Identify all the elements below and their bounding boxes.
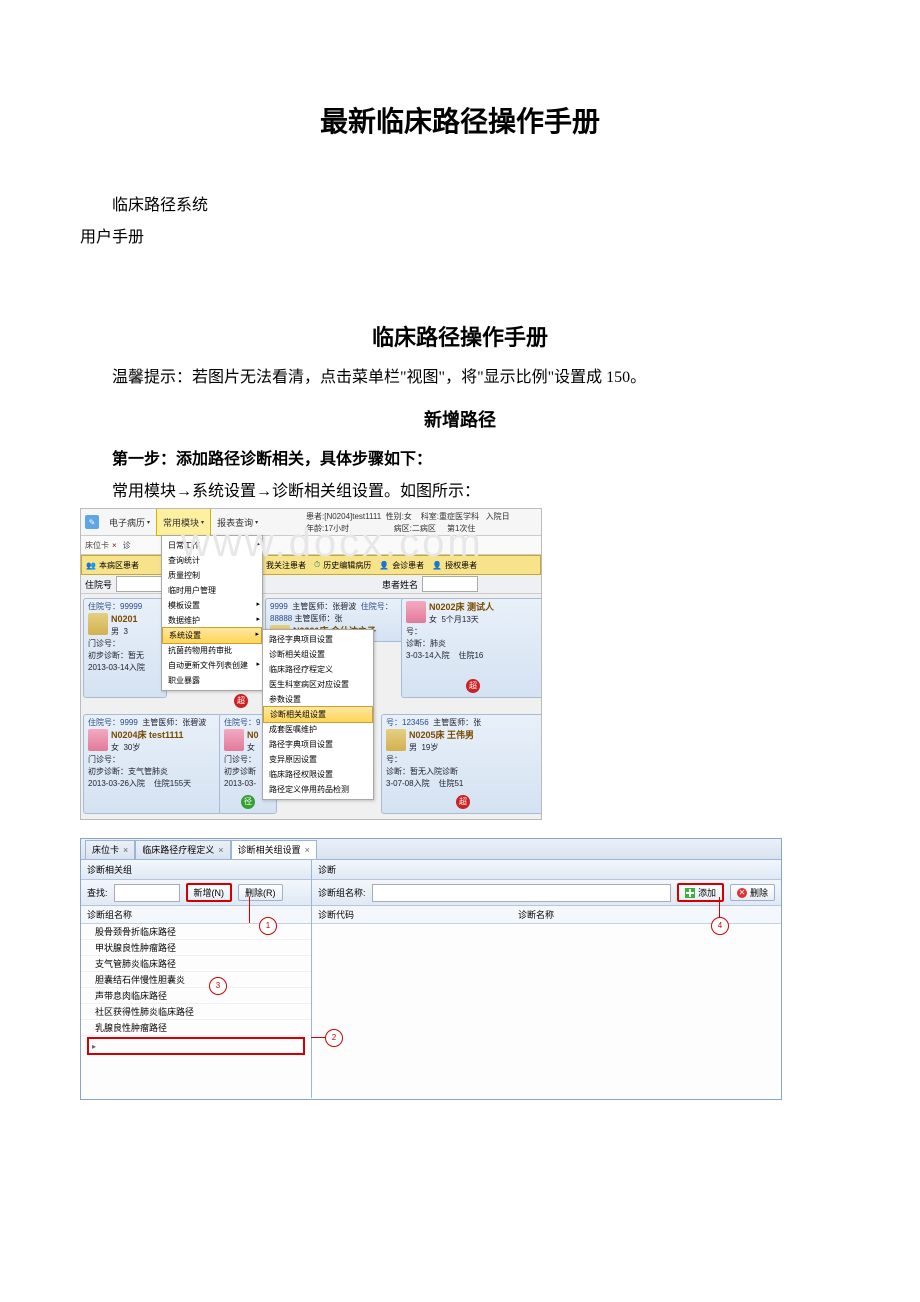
section-newpath: 新增路径 xyxy=(80,406,840,432)
app-logo-icon: ✎ xyxy=(85,515,99,529)
list-item[interactable]: 社区获得性肺炎临床路径 xyxy=(81,1004,311,1020)
submenu-perm[interactable]: 临床路径权限设置 xyxy=(263,767,373,782)
patient-name-input[interactable] xyxy=(422,576,478,592)
common-modules-menu: 日常工作 查询统计 质量控制 临时用户管理 模板设置 数据维护 系统设置 抗菌药… xyxy=(161,535,263,691)
submenu-ward-map[interactable]: 医生科室病区对应设置 xyxy=(263,677,373,692)
patient-card[interactable]: 号：123456 主管医师：张 N0205床 王伟男 男 19岁 号： 诊断：暂… xyxy=(381,714,542,814)
system-settings-submenu: 路径字典项目设置 诊断相关组设置 临床路径疗程定义 医生科室病区对应设置 参数设… xyxy=(262,629,374,800)
menu-report-query[interactable]: 报表查询▾ xyxy=(211,509,264,535)
menu-occupational[interactable]: 职业暴露 xyxy=(162,673,262,688)
submenu-drug[interactable]: 路径定义停用药品检测 xyxy=(263,782,373,797)
col-diag-code: 诊断代码 xyxy=(318,908,518,921)
menu-query-stats[interactable]: 查询统计 xyxy=(162,553,262,568)
diag-name-input[interactable] xyxy=(372,884,671,902)
avatar-icon xyxy=(88,729,108,751)
history-edit-button[interactable]: ⏱历史编辑病历 xyxy=(314,560,371,571)
screenshot-diag-group: 床位卡× 临床路径疗程定义× 诊断相关组设置× 诊断相关组 查找: 新增(N) … xyxy=(80,838,782,1100)
status-badge-icon: 超 xyxy=(456,795,470,809)
submenu-dict[interactable]: 路径字典项目设置 xyxy=(263,632,373,647)
avatar-icon xyxy=(386,729,406,751)
avatar-icon xyxy=(88,613,108,635)
avatar-icon xyxy=(224,729,244,751)
close-icon: ✕ xyxy=(737,888,747,898)
menu-template[interactable]: 模板设置 xyxy=(162,598,262,613)
patient-info: 患者:[N0204]test1111 性别:女 科室:重症医学科 入院日 年龄:… xyxy=(306,511,510,535)
status-badge-icon: 超 xyxy=(466,679,480,693)
admission-no-label: 住院号 xyxy=(85,578,112,591)
patient-name-label: 患者姓名 xyxy=(382,578,418,591)
list-item[interactable]: 声带息肉临床路径 xyxy=(81,988,311,1004)
ward-patients-button[interactable]: 👥本病区患者 xyxy=(86,560,139,571)
subtitle-manual: 用户手册 xyxy=(80,222,840,254)
callout-2: 2 xyxy=(325,1029,343,1047)
callout-4: 4 xyxy=(711,917,729,935)
diag-list xyxy=(312,924,781,1098)
col-diag-name: 诊断名称 xyxy=(518,908,775,921)
diag-name-label: 诊断组名称: xyxy=(318,886,366,899)
add-button[interactable]: 添加 xyxy=(677,883,724,902)
submenu-diag-group-hl[interactable]: 诊断相关组设置 xyxy=(263,706,373,723)
status-badge-icon: 超 xyxy=(234,694,248,708)
submenu-dict2[interactable]: 路径字典项目设置 xyxy=(263,737,373,752)
callout-3: 3 xyxy=(209,977,227,995)
menu-auto-update[interactable]: 自动更新文件列表创建 xyxy=(162,658,262,673)
subtitle-system: 临床路径系统 xyxy=(80,190,840,222)
submenu-advice[interactable]: 成套医嘱维护 xyxy=(263,722,373,737)
new-row-input[interactable]: ▸ xyxy=(87,1037,305,1055)
page-title: 最新临床路径操作手册 xyxy=(80,100,840,140)
diag-group-list: 股骨颈骨折临床路径 甲状腺良性肿瘤路径 支气管肺炎临床路径 胆囊结石伴慢性胆囊炎… xyxy=(81,924,311,1098)
avatar-icon xyxy=(406,601,426,623)
menu-daily-work[interactable]: 日常工作 xyxy=(162,538,262,553)
menu-common-modules[interactable]: 常用模块▾ xyxy=(156,508,211,536)
new-button[interactable]: 新增(N) xyxy=(186,883,233,902)
plus-icon xyxy=(685,888,695,898)
menu-data-maint[interactable]: 数据维护 xyxy=(162,613,262,628)
menu-app[interactable]: 电子病历▾ xyxy=(103,509,156,535)
menu-quality[interactable]: 质量控制 xyxy=(162,568,262,583)
search-label: 查找: xyxy=(87,886,108,899)
tab-bed-card[interactable]: 床位卡× xyxy=(85,540,117,551)
menu-temp-user[interactable]: 临时用户管理 xyxy=(162,583,262,598)
search-input[interactable] xyxy=(114,884,180,902)
list-item[interactable]: 胆囊结石伴慢性胆囊炎 xyxy=(81,972,311,988)
auth-patients-button[interactable]: 👤授权患者 xyxy=(432,560,477,571)
tab-bed-card[interactable]: 床位卡× xyxy=(85,840,135,859)
right-panel-title: 诊断 xyxy=(312,860,781,880)
section-subtitle: 临床路径操作手册 xyxy=(80,320,840,352)
tab-path-def[interactable]: 临床路径疗程定义× xyxy=(135,840,230,859)
submenu-param[interactable]: 参数设置 xyxy=(263,692,373,707)
step1-heading: 第一步：添加路径诊断相关，具体步骤如下： xyxy=(80,444,840,476)
tab-diag[interactable]: 诊 xyxy=(123,540,131,551)
submenu-path-def[interactable]: 临床路径疗程定义 xyxy=(263,662,373,677)
patient-card[interactable]: N0202床 测试人 女 5个月13天 号： 诊断：肺炎 3-03-14入院 住… xyxy=(401,598,542,698)
left-panel-title: 诊断相关组 xyxy=(81,860,311,880)
screenshot-menu: www.docx.com ✎ 电子病历▾ 常用模块▾ 报表查询▾ 患者:[N02… xyxy=(80,508,542,820)
consult-patients-button[interactable]: 👤会诊患者 xyxy=(379,560,424,571)
status-badge-icon: 径 xyxy=(241,795,255,809)
tab-diag-group-settings[interactable]: 诊断相关组设置× xyxy=(231,840,317,859)
list-item[interactable]: 支气管肺炎临床路径 xyxy=(81,956,311,972)
patient-card[interactable]: 住院号：9999 主管医师：张碧波 N0204床 test1111 女 30岁 … xyxy=(83,714,223,814)
callout-1: 1 xyxy=(259,917,277,935)
menu-system-settings[interactable]: 系统设置 xyxy=(162,627,262,644)
list-item[interactable]: 甲状腺良性肿瘤路径 xyxy=(81,940,311,956)
list-item[interactable]: 乳腺良性肿瘤路径 xyxy=(81,1020,311,1036)
step1-text: 常用模块→系统设置→诊断相关组设置。如图所示： xyxy=(80,476,840,508)
submenu-variance[interactable]: 变异原因设置 xyxy=(263,752,373,767)
delete-diagnosis-button[interactable]: ✕ 删除 xyxy=(730,884,775,901)
patient-card[interactable]: 住院号：99999 N0201 男 3 门诊号： 初步诊断：暂无 2013-03… xyxy=(83,598,167,698)
submenu-diag-group[interactable]: 诊断相关组设置 xyxy=(263,647,373,662)
menu-antibiotic[interactable]: 抗菌药物用药审批 xyxy=(162,643,262,658)
delete-button[interactable]: 删除(R) xyxy=(238,884,283,901)
tip-text: 温馨提示：若图片无法看清，点击菜单栏"视图"，将"显示比例"设置成 150。 xyxy=(80,362,840,394)
